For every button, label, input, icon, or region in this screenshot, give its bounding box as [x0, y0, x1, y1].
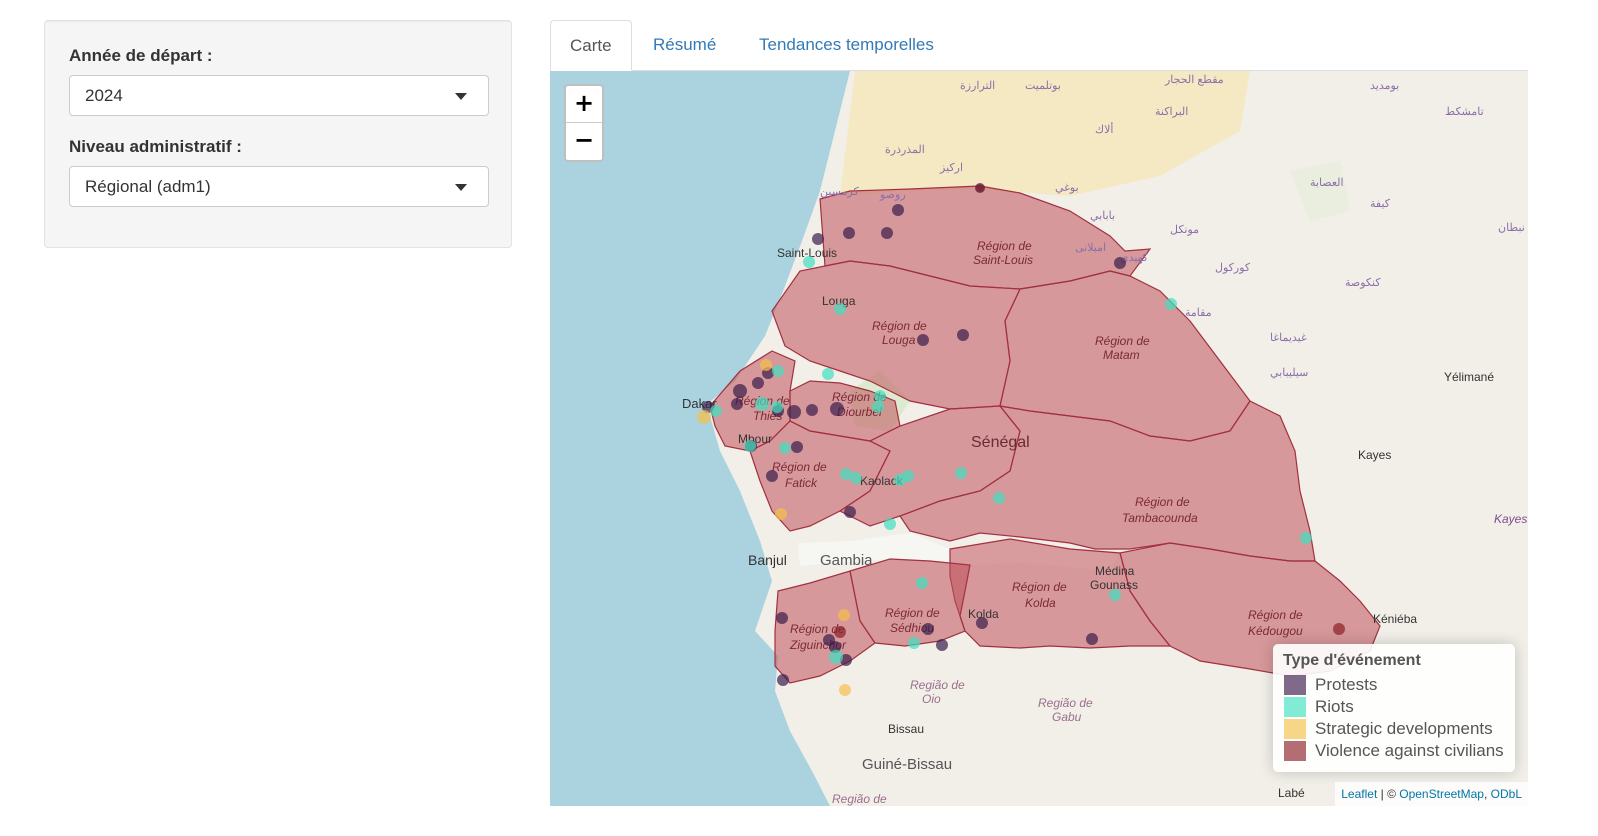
svg-text:Fatick: Fatick	[785, 476, 818, 490]
legend-item-riots: Riots	[1283, 696, 1505, 718]
odbl-link[interactable]: ODbL	[1491, 787, 1522, 801]
legend-swatch	[1284, 675, 1306, 695]
svg-text:نبطان: نبطان	[1498, 222, 1525, 234]
legend-swatch	[1284, 719, 1306, 739]
legend-swatch	[1284, 697, 1306, 717]
legend-label: Violence against civilians	[1315, 741, 1504, 760]
svg-text:Région de: Région de	[872, 319, 927, 333]
svg-text:Labé: Labé	[1278, 786, 1305, 800]
svg-text:Bissau: Bissau	[888, 722, 924, 736]
svg-text:Région de: Région de	[885, 606, 940, 620]
svg-text:Région de: Région de	[1012, 580, 1067, 594]
chevron-down-icon	[455, 184, 467, 191]
admin-level-value: Régional (adm1)	[85, 177, 211, 196]
legend-title: Type d'événement	[1283, 652, 1421, 669]
svg-text:Região de: Região de	[910, 678, 965, 692]
svg-text:Région de: Région de	[772, 460, 827, 474]
svg-text:مقطع الحجار: مقطع الحجار	[1164, 74, 1224, 86]
svg-text:Gambia: Gambia	[820, 552, 873, 569]
svg-text:اركيز: اركيز	[939, 162, 963, 174]
svg-text:Tambacounda: Tambacounda	[1122, 511, 1198, 525]
svg-text:Région de: Région de	[1095, 334, 1150, 348]
svg-text:Região de: Região de	[832, 792, 887, 806]
svg-text:Kéniéba: Kéniéba	[1373, 612, 1417, 626]
map-attribution: Leaflet | © OpenStreetMap, ODbL	[1335, 782, 1528, 806]
svg-text:كرمسين: كرمسين	[820, 186, 859, 198]
svg-text:كوركول: كوركول	[1215, 262, 1251, 274]
legend-item-violence: Violence against civilians	[1283, 740, 1505, 762]
svg-text:العصابة: العصابة	[1310, 177, 1344, 189]
svg-text:روصو: روصو	[879, 189, 906, 201]
svg-text:Kédougou: Kédougou	[1248, 624, 1303, 638]
filter-panel: Année de départ : 2024 Niveau administra…	[44, 20, 512, 248]
svg-text:الترارزة: الترارزة	[960, 80, 995, 92]
svg-text:مقامة: مقامة	[1185, 307, 1212, 319]
svg-text:Oio: Oio	[922, 692, 941, 706]
start-year-label: Année de départ :	[69, 46, 213, 65]
svg-text:Louga: Louga	[882, 333, 916, 347]
start-year-select[interactable]: 2024	[69, 75, 489, 116]
svg-text:تامشكط: تامشكط	[1445, 106, 1484, 118]
svg-text:Région de: Région de	[1248, 608, 1303, 622]
legend-item-strategic: Strategic developments	[1283, 718, 1505, 740]
admin-level-select[interactable]: Régional (adm1)	[69, 166, 489, 207]
legend-label: Riots	[1315, 697, 1354, 716]
attrib-comma: ,	[1483, 787, 1491, 801]
svg-text:كيفة: كيفة	[1370, 198, 1391, 210]
svg-text:Kayes: Kayes	[1494, 512, 1527, 526]
svg-text:Região de: Região de	[1038, 696, 1093, 710]
leaflet-link[interactable]: Leaflet	[1341, 787, 1377, 801]
map-container[interactable]: الترارزة بوتلميت مقطع الحجار بومديد تامش…	[550, 71, 1528, 806]
svg-text:بابابي: بابابي	[1090, 210, 1115, 222]
svg-text:Yélimané: Yélimané	[1444, 370, 1494, 384]
map-legend: Type d'événement Protests Riots Strategi…	[1273, 644, 1515, 772]
osm-link[interactable]: OpenStreetMap	[1399, 787, 1484, 801]
svg-text:بوغي: بوغي	[1055, 182, 1079, 194]
svg-text:مونكل: مونكل	[1170, 224, 1199, 236]
svg-text:غيديماغا: غيديماغا	[1270, 332, 1307, 344]
svg-text:المذرذرة: المذرذرة	[885, 144, 925, 156]
chevron-down-icon	[455, 93, 467, 100]
tab-bar: Carte Résumé Tendances temporelles	[550, 20, 1528, 71]
svg-text:Banjul: Banjul	[748, 552, 787, 568]
svg-text:Région de: Région de	[977, 239, 1032, 253]
zoom-out-button[interactable]: −	[566, 123, 602, 159]
legend-item-protests: Protests	[1283, 674, 1505, 696]
svg-text:ألاك: ألاك	[1095, 122, 1113, 136]
svg-text:سيليبابي: سيليبابي	[1270, 367, 1308, 379]
legend-label: Protests	[1315, 675, 1378, 694]
svg-text:كنكوصة: كنكوصة	[1345, 277, 1381, 289]
svg-text:Région de: Région de	[1135, 495, 1190, 509]
tab-tendances[interactable]: Tendances temporelles	[740, 20, 953, 71]
svg-text:Kolda: Kolda	[1025, 596, 1056, 610]
zoom-in-button[interactable]: +	[566, 86, 602, 123]
admin-level-label: Niveau administratif :	[69, 137, 242, 156]
svg-text:Médina: Médina	[1095, 564, 1135, 578]
svg-text:امبلانى: امبلانى	[1075, 242, 1106, 254]
svg-text:بوتلميت: بوتلميت	[1025, 80, 1061, 92]
legend-swatch	[1284, 741, 1306, 761]
svg-text:Kayes: Kayes	[1358, 448, 1391, 462]
svg-text:بومديد: بومديد	[1370, 80, 1399, 92]
tab-carte[interactable]: Carte	[550, 20, 632, 71]
country-label-senegal: Sénégal	[971, 434, 1030, 451]
svg-text:Guiné-Bissau: Guiné-Bissau	[862, 756, 952, 773]
start-year-value: 2024	[85, 86, 123, 105]
zoom-control: + −	[564, 84, 604, 162]
attrib-sep: | ©	[1377, 787, 1400, 801]
svg-text:Gabu: Gabu	[1052, 710, 1082, 724]
tab-resume[interactable]: Résumé	[634, 20, 735, 71]
svg-text:Matam: Matam	[1103, 348, 1140, 362]
svg-text:البراكنة: البراكنة	[1155, 106, 1188, 118]
svg-text:Saint-Louis: Saint-Louis	[973, 253, 1033, 267]
legend-label: Strategic developments	[1315, 719, 1493, 738]
